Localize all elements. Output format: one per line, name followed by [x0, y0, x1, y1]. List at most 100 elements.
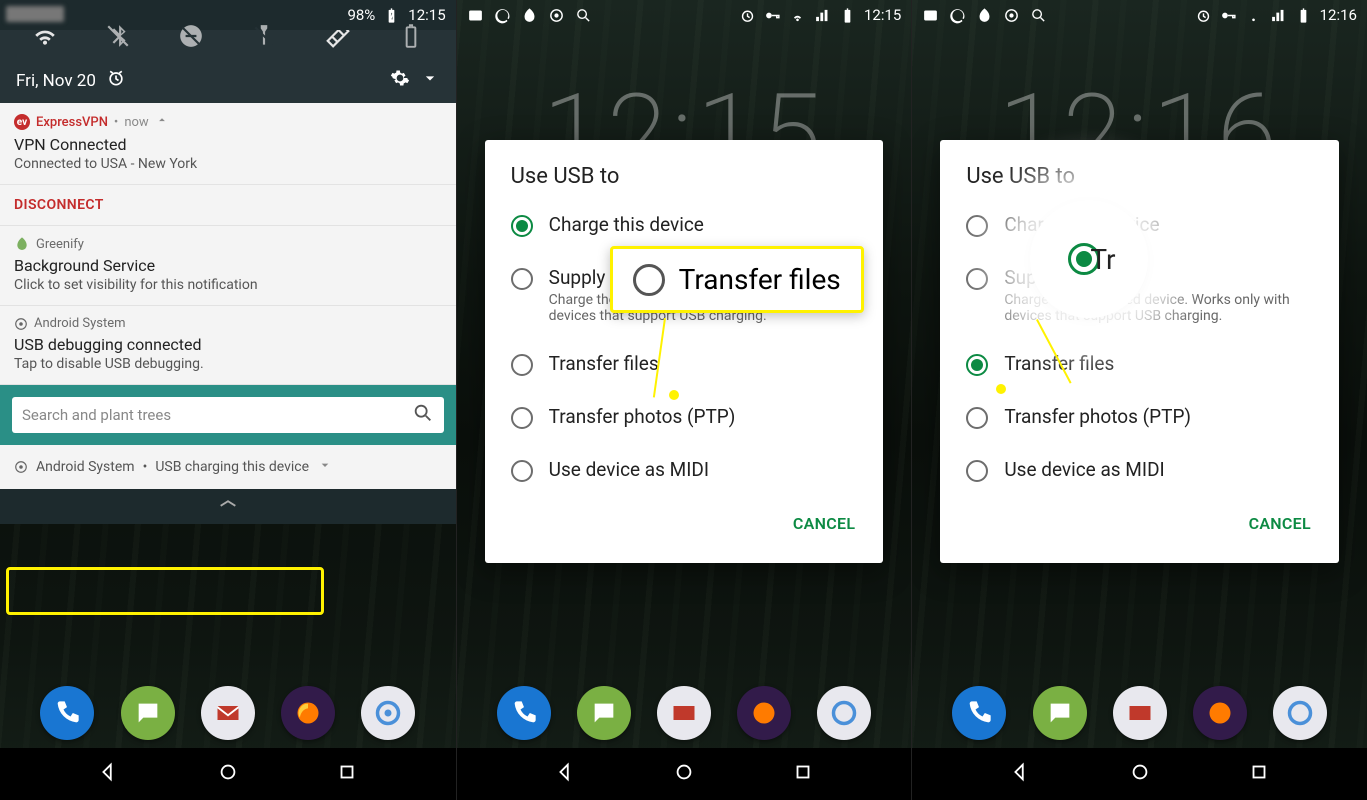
notification-shade: 98% 12:15 Fri, Nov 20 [0, 0, 456, 524]
battery-icon [839, 7, 856, 24]
nav-bar [0, 748, 456, 800]
phone-app-icon[interactable] [497, 686, 551, 740]
home-button[interactable] [673, 761, 695, 787]
battery-toggle[interactable] [393, 18, 429, 54]
flashlight-toggle[interactable] [246, 18, 282, 54]
search-box[interactable] [12, 397, 444, 433]
browser-app-icon[interactable] [817, 686, 871, 740]
mail-app-icon[interactable] [657, 686, 711, 740]
greenify-icon [14, 236, 30, 252]
alarm-icon [1195, 7, 1212, 24]
notif-app-name: Android System [34, 316, 126, 331]
sync-icon [949, 7, 966, 24]
firefox-app-icon[interactable] [1193, 686, 1247, 740]
phone-2-usb-dialog: 12:15 12:15 Use USB to Charge this devic… [456, 0, 912, 800]
system-icon [14, 460, 28, 474]
expand-icon[interactable] [420, 68, 440, 93]
phone-app-icon[interactable] [952, 686, 1006, 740]
search-icon [1030, 7, 1047, 24]
wifi-icon [789, 7, 806, 24]
alarm-icon [739, 7, 756, 24]
back-button[interactable] [554, 761, 576, 787]
back-button[interactable] [97, 761, 119, 787]
search-input[interactable] [22, 406, 412, 424]
search-widget [0, 385, 456, 445]
expressvpn-icon: ev [14, 114, 30, 130]
phone-3-usb-dialog-selected: 12:16 12:16 Use USB to Charge this devic… [911, 0, 1367, 800]
notif-app-name: ExpressVPN [36, 115, 108, 130]
firefox-app-icon[interactable] [281, 686, 335, 740]
annotation-callout: Transfer files [610, 246, 864, 313]
notif-greenify[interactable]: Greenify Background Service Click to set… [0, 226, 456, 306]
usb-dialog: Use USB to Charge this device Supply pow… [940, 140, 1339, 563]
settings-icon[interactable] [390, 68, 410, 93]
notif-subtitle: Tap to disable USB debugging. [14, 356, 442, 372]
recents-button[interactable] [792, 761, 814, 787]
notif-title: Background Service [14, 256, 442, 275]
notif-usb-charging[interactable]: Android System • USB charging this devic… [0, 445, 456, 489]
cancel-button[interactable]: CANCEL [787, 506, 861, 541]
notif-title: VPN Connected [14, 135, 442, 154]
battery-icon [1295, 7, 1312, 24]
status-bar: 12:16 [912, 0, 1367, 30]
mail-app-icon[interactable] [1113, 686, 1167, 740]
vpn-key-icon [1220, 7, 1237, 24]
messages-app-icon[interactable] [121, 686, 175, 740]
cancel-button[interactable]: CANCEL [1243, 506, 1317, 541]
dnd-toggle[interactable] [173, 18, 209, 54]
option-charge[interactable]: Charge this device [485, 199, 884, 252]
phone-1-notification-shade: 98% 12:15 Fri, Nov 20 [0, 0, 456, 800]
callout-label: Tr [1090, 243, 1115, 276]
shade-date: Fri, Nov 20 [16, 71, 96, 91]
disconnect-button[interactable]: DISCONNECT [0, 184, 456, 225]
mail-app-icon[interactable] [201, 686, 255, 740]
browser-app-icon[interactable] [361, 686, 415, 740]
back-button[interactable] [1009, 761, 1031, 787]
browser-app-icon[interactable] [1273, 686, 1327, 740]
chevron-down-icon[interactable] [317, 457, 333, 477]
option-midi[interactable]: Use device as MIDI [485, 444, 884, 497]
signal-icon [814, 7, 831, 24]
callout-label: Transfer files [679, 263, 841, 296]
option-transfer-photos[interactable]: Transfer photos (PTP) [485, 391, 884, 444]
collapse-icon[interactable] [155, 113, 169, 131]
alarm-icon[interactable] [106, 68, 126, 93]
radio-icon [966, 268, 988, 290]
option-midi[interactable]: Use device as MIDI [940, 444, 1339, 497]
app-dock [912, 686, 1367, 740]
radio-icon [511, 354, 533, 376]
option-transfer-files[interactable]: Transfer files [485, 338, 884, 391]
messages-app-icon[interactable] [577, 686, 631, 740]
recents-button[interactable] [1248, 761, 1270, 787]
target-icon [548, 7, 565, 24]
notif-title: USB debugging connected [14, 335, 442, 354]
messages-app-icon[interactable] [1033, 686, 1087, 740]
notif-subtitle: Connected to USA - New York [14, 156, 442, 172]
firefox-app-icon[interactable] [737, 686, 791, 740]
shade-handle[interactable] [0, 489, 456, 524]
vpn-key-icon [764, 7, 781, 24]
target-icon [1003, 7, 1020, 24]
home-button[interactable] [1129, 761, 1151, 787]
radio-icon [633, 264, 665, 296]
battery-percent: 98% [347, 6, 375, 24]
notif-app-name: Android System [36, 459, 135, 475]
annotation-leader-dot [669, 390, 679, 400]
radio-icon [511, 407, 533, 429]
app-dock [457, 686, 912, 740]
radio-icon [511, 268, 533, 290]
notif-expressvpn[interactable]: ev ExpressVPN • now VPN Connected Connec… [0, 103, 456, 226]
system-icon [14, 317, 28, 331]
bluetooth-toggle[interactable] [100, 18, 136, 54]
notif-app-name: Greenify [36, 237, 84, 252]
recents-button[interactable] [336, 761, 358, 787]
notif-usb-debugging[interactable]: Android System USB debugging connected T… [0, 306, 456, 385]
dialog-title: Use USB to [485, 164, 884, 199]
search-icon[interactable] [412, 402, 434, 428]
home-button[interactable] [217, 761, 239, 787]
status-bar: 98% 12:15 [0, 0, 456, 30]
phone-app-icon[interactable] [40, 686, 94, 740]
status-bar: 12:15 [457, 0, 912, 30]
radio-icon [511, 215, 533, 237]
option-transfer-photos[interactable]: Transfer photos (PTP) [940, 391, 1339, 444]
